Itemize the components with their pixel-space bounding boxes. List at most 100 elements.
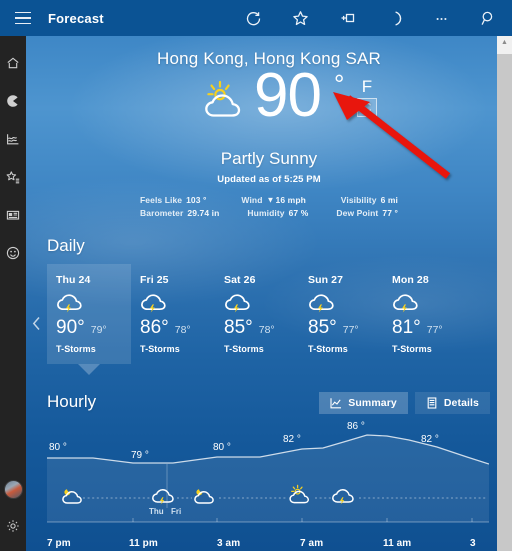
scrollbar-up-arrow[interactable]: ▲ bbox=[497, 39, 512, 47]
smiley-icon bbox=[6, 246, 20, 265]
axis-tick-2: 3 am bbox=[217, 538, 241, 549]
stat-visibility: Visibility 6 mi bbox=[341, 194, 398, 207]
chart-point-label-3am: 80 ° bbox=[213, 442, 231, 453]
day-low: 77° bbox=[342, 324, 359, 336]
rail-item-settings[interactable] bbox=[0, 509, 26, 547]
chart-divider-label-left: Thu bbox=[149, 507, 164, 516]
day-card-sat-26[interactable]: Sat 26 85° 78° T-Storms bbox=[215, 264, 299, 364]
thunderstorm-icon bbox=[331, 487, 355, 508]
app-title: Forecast bbox=[48, 10, 104, 26]
hourly-axis: 7 pm 11 pm 3 am 7 am 11 am 3 pm bbox=[47, 538, 489, 551]
day-card-fri-25[interactable]: Fri 25 86° 78° T-Storms bbox=[131, 264, 215, 364]
day-card-thu-24[interactable]: Thu 24 90° 79° T-Storms bbox=[47, 264, 131, 375]
thunderstorm-icon bbox=[392, 293, 467, 315]
day-temps: 90° 79° bbox=[56, 318, 131, 337]
summary-tab[interactable]: Summary bbox=[319, 392, 408, 414]
partly-sunny-night-icon bbox=[193, 487, 215, 507]
wave-chart-icon bbox=[6, 132, 20, 151]
rail-item-feedback[interactable] bbox=[0, 236, 26, 274]
stat-label: Dew Point bbox=[336, 208, 379, 218]
thunderstorm-icon bbox=[151, 487, 175, 508]
list-icon bbox=[426, 397, 438, 409]
unit-toggle: F C bbox=[357, 77, 383, 117]
day-low: 77° bbox=[426, 324, 443, 336]
unit-fahrenheit-button[interactable]: F bbox=[357, 77, 377, 96]
line-chart-icon bbox=[330, 397, 342, 409]
daily-heading: Daily bbox=[47, 236, 85, 255]
left-rail bbox=[0, 36, 26, 551]
day-high: 90° bbox=[56, 317, 85, 338]
stat-wind: Wind ▼16 mph bbox=[241, 194, 306, 207]
stats-row-2: Barometer 29.74 in Humidity 67 % Dew Point… bbox=[140, 207, 398, 220]
rail-item-maps[interactable] bbox=[0, 84, 26, 122]
titlebar: Forecast bbox=[0, 0, 512, 36]
day-temps: 85° 78° bbox=[224, 318, 299, 337]
daily-prev-button[interactable] bbox=[28, 310, 44, 336]
day-low: 79° bbox=[90, 324, 107, 336]
summary-label: Summary bbox=[348, 397, 397, 409]
partly-sunny-icon bbox=[287, 484, 313, 507]
gear-icon bbox=[6, 519, 20, 538]
day-high: 86° bbox=[140, 317, 169, 338]
partly-sunny-icon bbox=[198, 79, 250, 128]
chart-point-label-7pm: 80 ° bbox=[49, 442, 67, 453]
star-icon[interactable] bbox=[277, 0, 324, 36]
chart-point-label-7am: 82 ° bbox=[283, 434, 301, 445]
hamburger-menu-icon[interactable] bbox=[0, 0, 46, 36]
stat-value: 67 % bbox=[288, 208, 309, 218]
refresh-icon[interactable] bbox=[230, 0, 277, 36]
day-card-sun-27[interactable]: Sun 27 85° 77° T-Storms bbox=[299, 264, 383, 364]
day-condition: T-Storms bbox=[140, 344, 180, 354]
updated-timestamp: Updated as of 5:25 PM bbox=[217, 174, 321, 185]
axis-tick-0: 7 pm bbox=[47, 538, 71, 549]
rail-item-home[interactable] bbox=[0, 46, 26, 84]
day-high: 85° bbox=[308, 317, 337, 338]
current-conditions-hero: 90 ° F C bbox=[26, 65, 512, 147]
stat-value: 77 ° bbox=[382, 208, 398, 218]
stats-row-1: Feels Like 103 ° Wind ▼16 mph Visibility 6 … bbox=[140, 194, 398, 207]
stat-humidity: Humidity 67 % bbox=[247, 207, 308, 220]
pacman-icon bbox=[6, 94, 20, 113]
chart-area-fill bbox=[47, 435, 489, 522]
stat-label: Humidity bbox=[247, 208, 285, 218]
hourly-header: Hourly Summary Details bbox=[26, 392, 512, 418]
day-high: 81° bbox=[392, 317, 421, 338]
chart-divider-label-right: Fri bbox=[171, 507, 182, 516]
chart-point-label-11am: 86 ° bbox=[347, 421, 365, 432]
day-temps: 81° 77° bbox=[392, 318, 467, 337]
axis-tick-4: 11 am bbox=[383, 538, 412, 549]
current-temperature: 90 bbox=[254, 61, 322, 130]
axis-tick-3: 7 am bbox=[300, 538, 324, 549]
details-tab[interactable]: Details bbox=[414, 392, 490, 414]
chart-point-label-3pm: 82 ° bbox=[421, 434, 439, 445]
wind-direction-icon: ▼ bbox=[266, 195, 275, 205]
degree-symbol: ° bbox=[334, 69, 345, 99]
moon-icon[interactable] bbox=[371, 0, 418, 36]
search-icon[interactable] bbox=[465, 0, 512, 36]
stat-value: 6 mi bbox=[380, 195, 398, 205]
unit-celsius-button[interactable]: C bbox=[357, 98, 377, 117]
hourly-temperature-chart[interactable]: 80 ° 79 ° 80 ° 82 ° 86 ° 82 ° Thu Fri bbox=[47, 421, 489, 534]
rail-item-favorites[interactable] bbox=[0, 160, 26, 198]
wind-speed: 16 mph bbox=[275, 195, 306, 205]
stat-value: ▼16 mph bbox=[267, 195, 306, 205]
day-high: 85° bbox=[224, 317, 253, 338]
daily-forecast: Thu 24 90° 79° T-Storms Fri 25 86° 78° T… bbox=[26, 264, 512, 388]
rail-item-charts[interactable] bbox=[0, 122, 26, 160]
hamburger-line bbox=[15, 11, 31, 14]
pin-icon[interactable] bbox=[324, 0, 371, 36]
ellipsis-icon[interactable] bbox=[418, 0, 465, 36]
hourly-view-toggle: Summary Details bbox=[319, 392, 490, 414]
day-condition: T-Storms bbox=[308, 344, 348, 354]
chart-svg bbox=[47, 434, 489, 523]
vertical-scrollbar[interactable]: ▲ bbox=[497, 36, 512, 551]
day-card-mon-28[interactable]: Mon 28 81° 77° T-Storms bbox=[383, 264, 467, 364]
day-condition: T-Storms bbox=[392, 344, 432, 354]
rail-item-news[interactable] bbox=[0, 198, 26, 236]
day-name: Sun 27 bbox=[308, 274, 344, 286]
hamburger-line bbox=[15, 17, 31, 19]
account-avatar[interactable] bbox=[3, 480, 23, 499]
day-condition: T-Storms bbox=[56, 344, 96, 354]
axis-tick-1: 11 pm bbox=[129, 538, 158, 549]
day-condition: T-Storms bbox=[224, 344, 264, 354]
